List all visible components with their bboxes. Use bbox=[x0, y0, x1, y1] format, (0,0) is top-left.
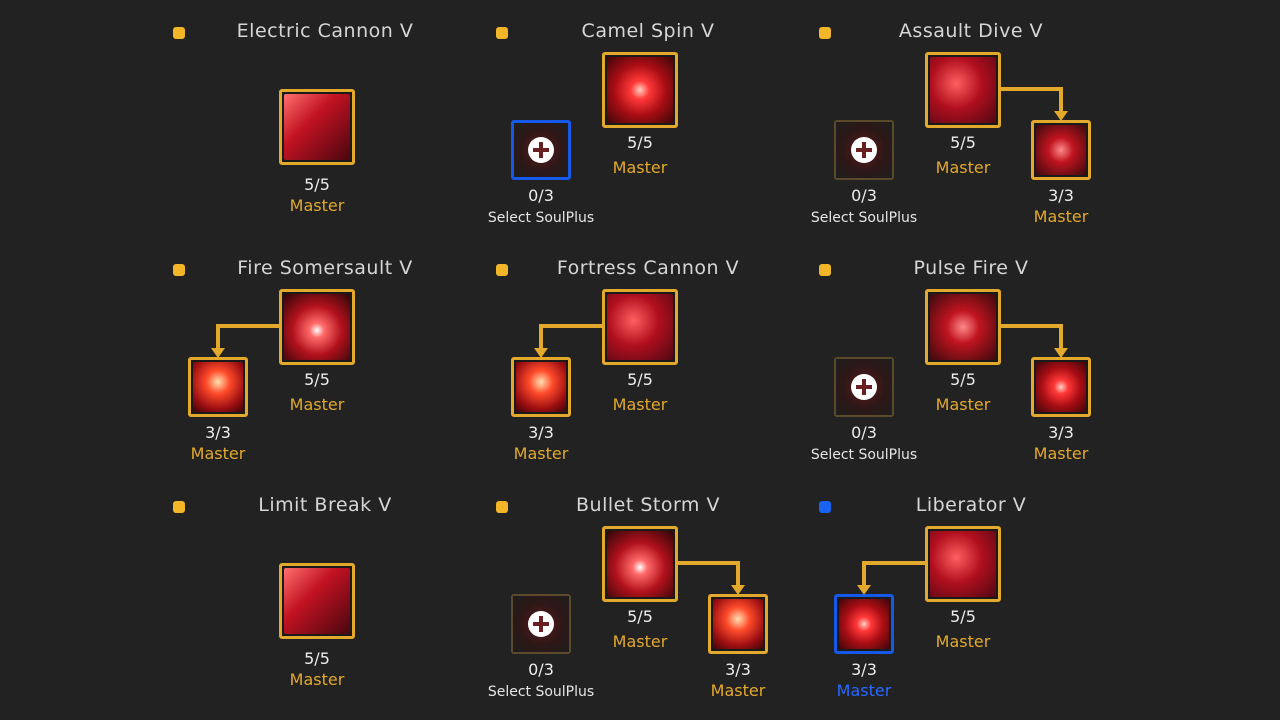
skill-assault-dive: Assault Dive V 0/3 Select SoulPlus 5/5 M… bbox=[811, 0, 1131, 237]
skill-liberator: Liberator V 3/3 Master 5/5 Master bbox=[811, 474, 1131, 711]
branch-level: 3/3 bbox=[851, 660, 877, 679]
skill-bullet-storm: Bullet Storm V 0/3 Select SoulPlus 5/5 M… bbox=[488, 474, 808, 711]
liberator-icon bbox=[930, 531, 996, 597]
plus-icon bbox=[528, 611, 554, 637]
branch-skill-icon[interactable] bbox=[1031, 357, 1091, 417]
liberator-branch-icon bbox=[839, 599, 889, 649]
skill-pulse-fire: Pulse Fire V 0/3 Select SoulPlus 5/5 Mas… bbox=[811, 237, 1131, 474]
soulplus-level: 0/3 bbox=[528, 660, 554, 679]
skill-level: 5/5 bbox=[627, 370, 653, 389]
skill-fortress-cannon: Fortress Cannon V 3/3 Master 5/5 Master bbox=[488, 237, 808, 474]
branch-skill-icon[interactable] bbox=[511, 357, 571, 417]
skill-level: 5/5 bbox=[950, 370, 976, 389]
select-soulplus-label[interactable]: Select SoulPlus bbox=[471, 684, 611, 700]
soulplus-slot[interactable] bbox=[511, 120, 571, 180]
skill-icon[interactable] bbox=[925, 526, 1001, 602]
soulplus-level: 0/3 bbox=[851, 423, 877, 442]
fire-somersault-branch-icon bbox=[193, 362, 243, 412]
skill-icon[interactable] bbox=[925, 52, 1001, 128]
assault-dive-branch-icon bbox=[1036, 125, 1086, 175]
branch-rank-label: Master bbox=[1033, 444, 1089, 463]
skill-limit-break: Limit Break V 5/5 Master bbox=[165, 474, 485, 711]
skill-rank-label: Master bbox=[612, 395, 668, 414]
branch-skill-icon[interactable] bbox=[708, 594, 768, 654]
branch-level: 3/3 bbox=[1048, 423, 1074, 442]
skill-rank-label: Master bbox=[289, 395, 345, 414]
skill-rank-label: Master bbox=[935, 158, 991, 177]
skill-level: 5/5 bbox=[950, 607, 976, 626]
branch-level: 3/3 bbox=[725, 660, 751, 679]
skill-icon[interactable] bbox=[602, 526, 678, 602]
plus-icon bbox=[851, 374, 877, 400]
skill-level: 5/5 bbox=[950, 133, 976, 152]
bullet-storm-icon bbox=[607, 531, 673, 597]
skill-electric-cannon: Electric Cannon V 5/5 Master bbox=[165, 0, 485, 237]
skill-icon[interactable] bbox=[925, 289, 1001, 365]
skill-level: 5/5 bbox=[627, 607, 653, 626]
skill-level: 5/5 bbox=[304, 370, 330, 389]
limit-break-icon bbox=[284, 568, 350, 634]
branch-skill-icon[interactable] bbox=[188, 357, 248, 417]
branch-rank-label: Master bbox=[836, 681, 892, 700]
branch-skill-icon[interactable] bbox=[1031, 120, 1091, 180]
skill-rank-label: Master bbox=[935, 395, 991, 414]
pulse-fire-branch-icon bbox=[1036, 362, 1086, 412]
select-soulplus-label[interactable]: Select SoulPlus bbox=[794, 447, 934, 463]
skill-rank-label: Master bbox=[612, 158, 668, 177]
select-soulplus-label[interactable]: Select SoulPlus bbox=[471, 210, 611, 226]
skill-rank-label: Master bbox=[289, 670, 345, 689]
plus-icon bbox=[528, 137, 554, 163]
skill-rank-label: Master bbox=[612, 632, 668, 651]
branch-rank-label: Master bbox=[513, 444, 569, 463]
soulplus-slot[interactable] bbox=[834, 120, 894, 180]
branch-level: 3/3 bbox=[528, 423, 554, 442]
camel-spin-icon bbox=[607, 57, 673, 123]
fortress-cannon-icon bbox=[607, 294, 673, 360]
skill-icon[interactable] bbox=[279, 89, 355, 165]
skill-icon[interactable] bbox=[602, 52, 678, 128]
skill-icon[interactable] bbox=[602, 289, 678, 365]
skill-level: 5/5 bbox=[627, 133, 653, 152]
soulplus-slot[interactable] bbox=[834, 357, 894, 417]
skill-level: 5/5 bbox=[304, 175, 330, 194]
skill-rank-label: Master bbox=[935, 632, 991, 651]
skill-fire-somersault: Fire Somersault V 3/3 Master 5/5 Master bbox=[165, 237, 485, 474]
electric-cannon-icon bbox=[284, 94, 350, 160]
skill-icon[interactable] bbox=[279, 289, 355, 365]
fortress-cannon-branch-icon bbox=[516, 362, 566, 412]
branch-rank-label: Master bbox=[710, 681, 766, 700]
soulplus-level: 0/3 bbox=[528, 186, 554, 205]
select-soulplus-label[interactable]: Select SoulPlus bbox=[794, 210, 934, 226]
fire-somersault-icon bbox=[284, 294, 350, 360]
skill-icon[interactable] bbox=[279, 563, 355, 639]
branch-skill-icon[interactable] bbox=[834, 594, 894, 654]
branch-rank-label: Master bbox=[190, 444, 246, 463]
branch-level: 3/3 bbox=[205, 423, 231, 442]
branch-level: 3/3 bbox=[1048, 186, 1074, 205]
skill-title: Limit Break V bbox=[258, 494, 392, 516]
assault-dive-icon bbox=[930, 57, 996, 123]
soulplus-slot[interactable] bbox=[511, 594, 571, 654]
branch-rank-label: Master bbox=[1033, 207, 1089, 226]
skill-rank-label: Master bbox=[289, 196, 345, 215]
soulplus-level: 0/3 bbox=[851, 186, 877, 205]
skill-level: 5/5 bbox=[304, 649, 330, 668]
skill-title: Camel Spin V bbox=[581, 20, 715, 42]
skill-camel-spin: Camel Spin V 0/3 Select SoulPlus 5/5 Mas… bbox=[488, 0, 808, 237]
plus-icon bbox=[851, 137, 877, 163]
pulse-fire-icon bbox=[930, 294, 996, 360]
bullet-storm-branch-icon bbox=[713, 599, 763, 649]
skill-title: Electric Cannon V bbox=[236, 20, 414, 42]
